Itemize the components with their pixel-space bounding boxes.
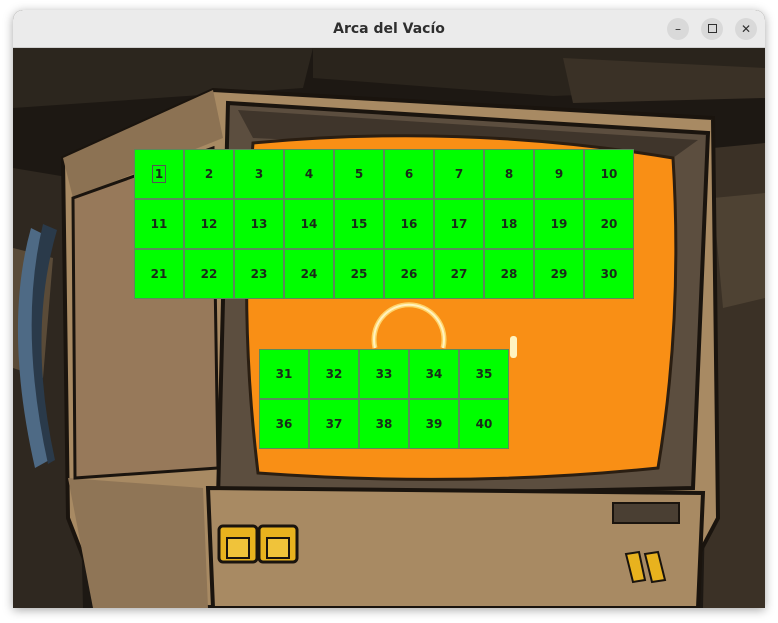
number-button[interactable]: 31 <box>259 349 309 399</box>
number-button-label: 15 <box>350 217 368 231</box>
number-button-label: 37 <box>325 417 343 431</box>
number-button-label: 28 <box>500 267 518 281</box>
window-title: Arca del Vacío <box>333 21 445 37</box>
number-button-label: 19 <box>550 217 568 231</box>
number-button[interactable]: 18 <box>484 199 534 249</box>
number-button-label: 11 <box>150 217 168 231</box>
number-button[interactable]: 29 <box>534 249 584 299</box>
number-button[interactable]: 21 <box>134 249 184 299</box>
number-button[interactable]: 12 <box>184 199 234 249</box>
number-button-label: 39 <box>425 417 443 431</box>
number-button[interactable]: 23 <box>234 249 284 299</box>
number-button[interactable]: 33 <box>359 349 409 399</box>
number-button-label: 13 <box>250 217 268 231</box>
minimize-button[interactable]: – <box>667 18 689 40</box>
number-button[interactable]: 14 <box>284 199 334 249</box>
number-button[interactable]: 5 <box>334 149 384 199</box>
number-button[interactable]: 4 <box>284 149 334 199</box>
number-button-label: 4 <box>304 167 314 181</box>
number-button-label: 29 <box>550 267 568 281</box>
number-button[interactable]: 20 <box>584 199 634 249</box>
number-button-label: 34 <box>425 367 443 381</box>
number-button-label: 23 <box>250 267 268 281</box>
maximize-icon <box>707 24 717 33</box>
number-button-label: 16 <box>400 217 418 231</box>
number-button[interactable]: 32 <box>309 349 359 399</box>
titlebar: Arca del Vacío – ✕ <box>13 10 765 48</box>
number-button[interactable]: 6 <box>384 149 434 199</box>
number-button[interactable]: 11 <box>134 199 184 249</box>
number-button-label: 17 <box>450 217 468 231</box>
number-button[interactable]: 37 <box>309 399 359 449</box>
number-button-label: 30 <box>600 267 618 281</box>
number-button[interactable]: 30 <box>584 249 634 299</box>
number-button[interactable]: 25 <box>334 249 384 299</box>
number-button-label: 9 <box>554 167 564 181</box>
number-button[interactable]: 13 <box>234 199 284 249</box>
number-button[interactable]: 15 <box>334 199 384 249</box>
number-button-label: 27 <box>450 267 468 281</box>
number-grid-bottom: 31 32 33 34 35 36 37 38 39 40 <box>259 349 509 449</box>
number-button[interactable]: 19 <box>534 199 584 249</box>
number-button[interactable]: 39 <box>409 399 459 449</box>
number-button-label: 3 <box>254 167 264 181</box>
number-button-label: 12 <box>200 217 218 231</box>
number-button[interactable]: 8 <box>484 149 534 199</box>
number-button[interactable]: 38 <box>359 399 409 449</box>
close-button[interactable]: ✕ <box>735 18 757 40</box>
number-button[interactable]: 28 <box>484 249 534 299</box>
number-button-label: 35 <box>475 367 493 381</box>
number-button-label: 33 <box>375 367 393 381</box>
number-button[interactable]: 36 <box>259 399 309 449</box>
number-button-label: 10 <box>600 167 618 181</box>
maximize-button[interactable] <box>701 18 723 40</box>
number-button-label: 26 <box>400 267 418 281</box>
number-button[interactable]: 34 <box>409 349 459 399</box>
number-button-label: 14 <box>300 217 318 231</box>
game-scene: 1 2 3 4 5 6 7 8 9 10 11 12 13 14 15 16 17 18 19 20 21 22 23 24 2… <box>13 48 765 608</box>
number-button-label: 40 <box>475 417 493 431</box>
number-button-label: 18 <box>500 217 518 231</box>
app-window: Arca del Vacío – ✕ 1 2 3 4 5 6 7 8 9 10 … <box>13 10 765 608</box>
number-button-label: 32 <box>325 367 343 381</box>
number-button[interactable]: 7 <box>434 149 484 199</box>
number-button-label: 2 <box>204 167 214 181</box>
minimize-icon: – <box>675 22 681 36</box>
number-button[interactable]: 26 <box>384 249 434 299</box>
number-button-label: 36 <box>275 417 293 431</box>
number-button-label: 31 <box>275 367 293 381</box>
number-button[interactable]: 27 <box>434 249 484 299</box>
number-button[interactable]: 40 <box>459 399 509 449</box>
number-button-label: 7 <box>454 167 464 181</box>
number-button[interactable]: 9 <box>534 149 584 199</box>
number-button-label: 21 <box>150 267 168 281</box>
close-icon: ✕ <box>740 22 752 36</box>
number-button-label: 6 <box>404 167 414 181</box>
number-button[interactable]: 2 <box>184 149 234 199</box>
number-button[interactable]: 17 <box>434 199 484 249</box>
number-button-label: 20 <box>600 217 618 231</box>
number-button-label: 38 <box>375 417 393 431</box>
number-button[interactable]: 3 <box>234 149 284 199</box>
background-monitor-illustration <box>13 48 765 608</box>
number-button-label: 22 <box>200 267 218 281</box>
number-button[interactable]: 22 <box>184 249 234 299</box>
number-button[interactable]: 24 <box>284 249 334 299</box>
number-button[interactable]: 10 <box>584 149 634 199</box>
number-button[interactable]: 16 <box>384 199 434 249</box>
number-button-label: 8 <box>504 167 514 181</box>
number-grid-top: 1 2 3 4 5 6 7 8 9 10 11 12 13 14 15 16 17 18 19 20 21 22 23 24 2… <box>134 149 634 299</box>
number-button-label: 25 <box>350 267 368 281</box>
number-button-label: 1 <box>151 165 167 183</box>
number-button[interactable]: 1 <box>134 149 184 199</box>
number-button-label: 5 <box>354 167 364 181</box>
number-button[interactable]: 35 <box>459 349 509 399</box>
number-button-label: 24 <box>300 267 318 281</box>
